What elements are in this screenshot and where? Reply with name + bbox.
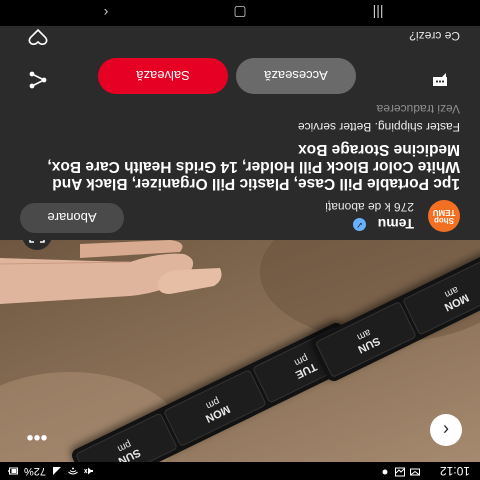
back-nav-button[interactable]: ‹ [96,5,116,21]
home-button[interactable]: ▢ [230,5,250,21]
battery-percent: 72% [24,465,47,477]
navigation-bar: ||| ▢ ‹ [0,0,480,26]
share-icon[interactable] [28,70,48,90]
publisher-name[interactable]: Temu [378,216,414,232]
product-title: 1pc Portable Pill Case, Plastic Pill Org… [47,141,460,192]
save-button[interactable]: Salvează [98,58,228,94]
notification-dot-icon [382,469,388,475]
signal-icon [53,467,62,475]
see-translation-link[interactable]: Vezi traducerea [377,102,460,116]
follower-count: 276 k de abonați [325,200,414,214]
visit-button[interactable]: Accesează [236,58,356,94]
subscribe-button[interactable]: Abonare [20,203,124,233]
image-icon [395,467,405,477]
mail-icon [410,468,420,476]
product-image[interactable]: TUE pm MON pm SUN pm MON am SUN am ‹ ••• [0,240,480,462]
feedback-label: Ce crezi? [409,29,460,43]
status-time: 10:12 [439,464,470,478]
status-bar: 10:12 72% [0,462,480,480]
notification-icons [380,467,420,477]
system-icons: 72% [8,465,94,477]
comment-icon[interactable] [430,70,450,90]
feedback-row: Ce crezi? [0,26,480,48]
product-subtitle: Faster shipping. Better service [297,120,460,134]
visual-search-icon [29,240,45,243]
publisher-avatar[interactable]: Shop TEMU [428,200,460,232]
hand [0,240,222,304]
more-dots-icon: ••• [26,426,48,448]
publisher-row: Shop TEMU Temu ✓ 276 k de abonați Abonar… [0,194,480,240]
battery-icon [8,467,18,475]
recent-apps-button[interactable]: ||| [368,5,388,21]
more-options-button[interactable]: ••• [22,420,52,448]
screen: 10:12 72% TUE pm MON pm SUN pm MON am SUN am [0,0,480,480]
pill-compartment: MON pm [163,369,267,447]
verified-badge-icon: ✓ [353,218,366,231]
wifi-icon [68,467,78,475]
chevron-left-icon: ‹ [443,420,449,441]
heart-icon[interactable] [28,28,48,46]
mute-icon [84,467,94,475]
back-button[interactable]: ‹ [430,414,462,446]
